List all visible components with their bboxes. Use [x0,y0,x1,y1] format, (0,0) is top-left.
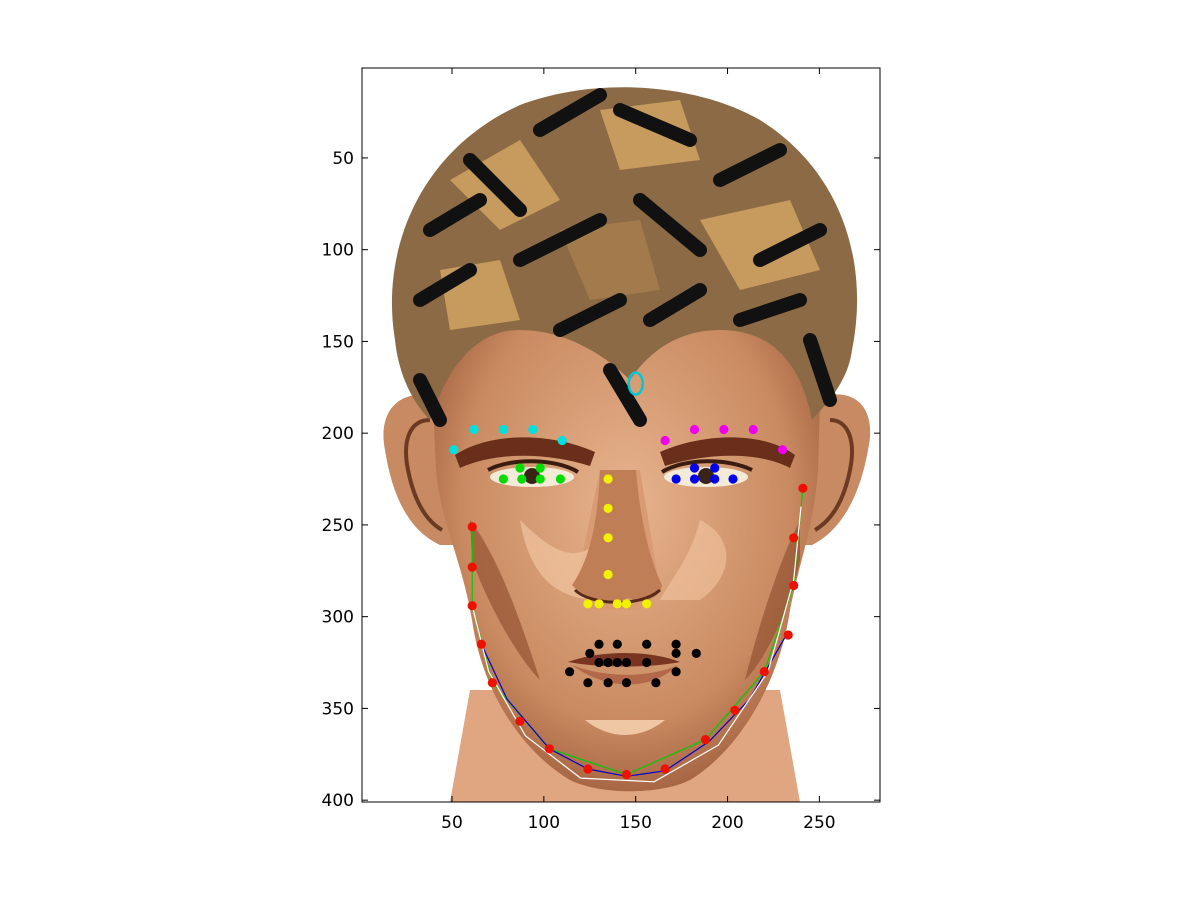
x-tick-label: 100 [528,813,560,833]
landmark-point [535,463,545,473]
y-tick-label: 100 [322,241,354,261]
landmark-point [642,599,652,609]
figure-canvas: 50 100 150 200 250 50 100 150 200 250 300 350 400 [322,67,881,833]
landmark-point [621,678,632,688]
landmark-point [603,533,613,543]
landmark-point [691,648,701,659]
landmark-point [789,580,799,591]
y-tick-label: 350 [322,699,354,719]
landmark-point [689,424,700,435]
y-tick-label: 50 [332,149,354,169]
landmark-point [783,630,793,640]
landmark-point [660,435,670,446]
y-tick-label: 150 [322,332,354,352]
landmark-point [583,678,593,688]
landmark-point [603,657,613,668]
landmark-point [476,639,486,649]
cartoon-face-image [383,87,871,802]
landmark-point [603,474,613,484]
landmark-point [689,463,700,473]
landmark-point [689,474,700,484]
landmark-point [555,474,566,484]
landmark-point [517,474,527,484]
landmark-point [585,648,595,659]
landmark-point [487,678,497,688]
landmark-point [467,601,477,611]
landmark-point [621,599,632,609]
landmark-point [671,639,681,649]
landmark-point [719,424,729,435]
landmark-point [449,445,459,455]
landmark-point [759,667,769,677]
landmark-point [515,463,525,473]
landmark-point [603,678,613,688]
landmark-point [778,445,788,455]
y-tick-label: 200 [322,424,354,444]
landmark-point [467,562,477,572]
x-tick-label: 50 [441,813,463,833]
landmark-point [528,424,538,435]
landmark-point [469,424,479,435]
landmark-point [544,744,555,754]
landmark-point [671,474,681,484]
landmark-point [612,657,622,668]
landmark-point [700,735,711,745]
landmark-point [651,678,661,688]
landmark-point [671,648,681,659]
landmark-point [498,474,508,484]
x-tick-label: 150 [619,813,651,833]
landmark-point [710,463,720,473]
landmark-point [660,764,670,774]
landmark-point [728,474,738,484]
landmark-point [565,667,575,677]
x-tick-label: 200 [711,813,743,833]
landmark-point [621,657,632,668]
landmark-point [594,599,604,609]
landmark-point [730,705,740,715]
landmark-point [621,769,632,780]
landmark-point [583,764,593,774]
landmark-point [612,639,622,649]
landmark-point [603,503,613,513]
y-tick-label: 300 [322,608,354,628]
landmark-point [671,667,681,677]
landmark-point [798,483,808,493]
landmark-point [594,639,604,649]
landmark-point [748,424,758,435]
landmark-point [594,657,604,668]
y-tick-label: 250 [322,516,354,536]
landmark-point [515,716,525,726]
landmark-point [498,424,508,435]
landmark-point [467,522,477,532]
landmark-point [642,657,652,668]
landmark-point [603,569,613,580]
y-tick-label: 400 [322,791,354,811]
landmark-point [557,435,567,446]
landmark-point [612,599,622,609]
landmark-point [535,474,545,484]
landmark-point [789,533,799,543]
x-tick-label: 250 [803,813,835,833]
landmark-point [583,599,593,609]
landmark-point [710,474,720,484]
landmark-point [642,639,652,649]
